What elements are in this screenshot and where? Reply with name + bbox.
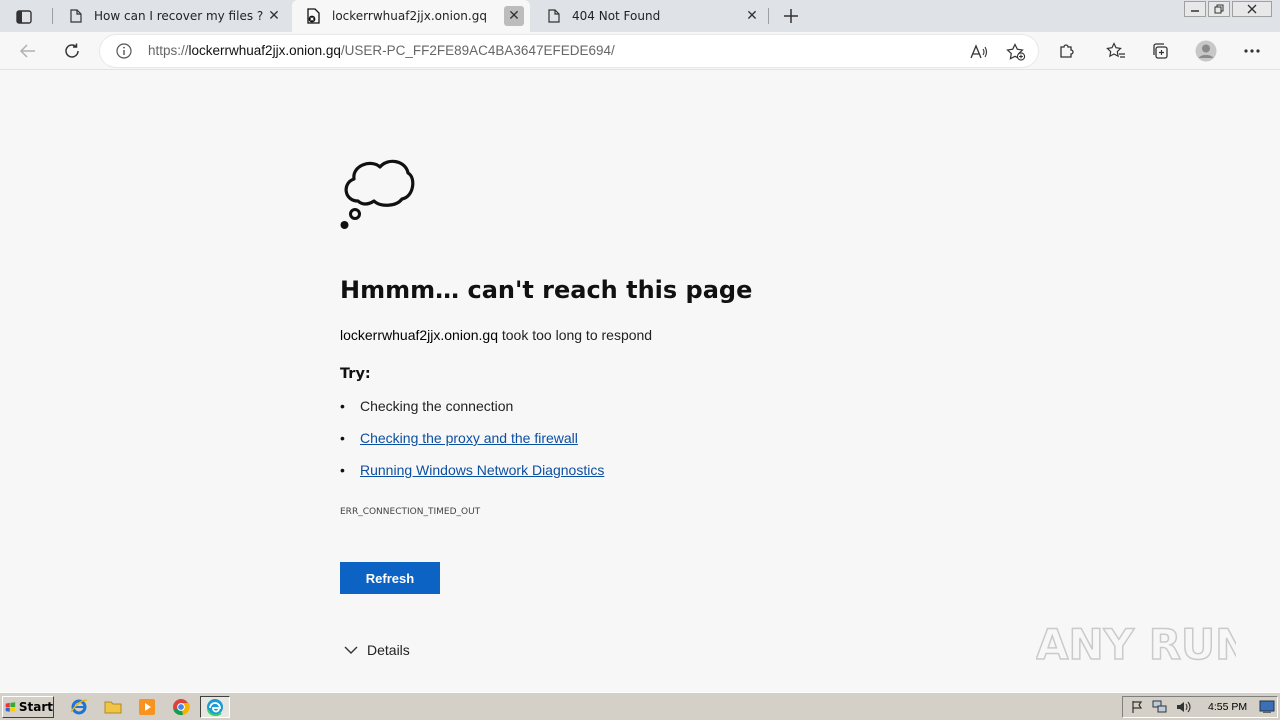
- back-button[interactable]: [15, 39, 41, 63]
- url-text[interactable]: https://lockerrwhuaf2jjx.onion.gq/USER-P…: [148, 43, 615, 58]
- error-page: Hmmm… can't reach this page lockerrwhuaf…: [0, 71, 1280, 692]
- minimize-icon: [1191, 10, 1199, 12]
- close-window-button[interactable]: [1232, 1, 1272, 17]
- avatar-icon: [1195, 40, 1217, 62]
- suggestions-list: • Checking the connection • Checking the…: [340, 398, 604, 494]
- details-label: Details: [367, 642, 410, 658]
- page-icon: [68, 8, 84, 24]
- tab-title: How can I recover my files ?: [94, 9, 264, 23]
- bullet: •: [340, 462, 345, 478]
- puzzle-icon: [1060, 44, 1074, 58]
- tab-404[interactable]: 404 Not Found ✕: [532, 0, 768, 32]
- tab-close-button[interactable]: ✕: [504, 6, 524, 26]
- address-bar[interactable]: https://lockerrwhuaf2jjx.onion.gq/USER-P…: [100, 35, 1038, 67]
- start-label: Start: [18, 700, 53, 714]
- chevron-down-icon: [344, 646, 358, 654]
- new-tab-button[interactable]: [780, 5, 802, 27]
- tab-actions-icon: [16, 10, 32, 24]
- try-label: Try:: [340, 366, 371, 382]
- list-item: • Checking the proxy and the firewall: [340, 430, 604, 462]
- suggestion-check-connection: Checking the connection: [360, 398, 514, 414]
- bullet: •: [340, 430, 345, 446]
- tab-separator: [768, 8, 769, 24]
- tab-separator: [52, 8, 53, 24]
- settings-more-button[interactable]: [1239, 39, 1265, 63]
- error-host: lockerrwhuaf2jjx.onion.gq: [340, 327, 498, 343]
- url-scheme: https://: [148, 43, 189, 58]
- restore-button[interactable]: [1208, 1, 1230, 17]
- tab-actions-button[interactable]: [8, 6, 40, 28]
- error-message-suffix: took too long to respond: [497, 327, 653, 343]
- tab-title: lockerrwhuaf2jjx.onion.gq: [332, 9, 487, 23]
- error-message: lockerrwhuaf2jjx.onion.gq took too long …: [340, 327, 652, 343]
- error-heading: Hmmm… can't reach this page: [340, 276, 753, 304]
- extensions-button[interactable]: [1054, 39, 1080, 63]
- close-icon: [1247, 4, 1257, 14]
- more-horizontal-icon: [1244, 49, 1260, 53]
- show-desktop-icon[interactable]: [1259, 699, 1275, 715]
- flag-icon[interactable]: [1130, 699, 1146, 715]
- taskbar-clock: 4:55 PM: [1208, 701, 1248, 713]
- edge-taskbar-icon[interactable]: [200, 696, 230, 718]
- page-icon: [546, 8, 562, 24]
- tab-recover-files[interactable]: How can I recover my files ? ✕: [54, 0, 290, 32]
- taskbar: Start 4:55 PM: [0, 692, 1280, 720]
- reload-icon: [65, 43, 79, 58]
- media-player-taskbar-icon[interactable]: [134, 696, 160, 718]
- windows-logo-icon: [5, 702, 16, 712]
- suggestion-network-diagnostics-link[interactable]: Running Windows Network Diagnostics: [360, 462, 604, 478]
- bullet: •: [340, 398, 345, 414]
- back-arrow-icon: [19, 44, 35, 58]
- page-error-icon: [306, 8, 322, 24]
- tab-onion-site[interactable]: lockerrwhuaf2jjx.onion.gq ✕: [292, 0, 530, 32]
- url-path: /USER-PC_FF2FE89AC4BA3647EFEDE694/: [340, 43, 615, 58]
- add-favorite-icon[interactable]: [1005, 41, 1027, 63]
- tab-title: 404 Not Found: [572, 9, 661, 23]
- reload-button[interactable]: [59, 39, 85, 63]
- watermark-text: ANY RUN: [1036, 620, 1236, 669]
- favorites-list-icon: [1106, 42, 1125, 58]
- read-aloud-icon[interactable]: [968, 41, 990, 63]
- error-code: ERR_CONNECTION_TIMED_OUT: [340, 507, 481, 517]
- collections-icon: [1153, 43, 1168, 59]
- volume-icon[interactable]: [1176, 699, 1192, 715]
- restore-icon: [1214, 4, 1224, 14]
- browser-toolbar: https://lockerrwhuaf2jjx.onion.gq/USER-P…: [0, 32, 1280, 70]
- ie-taskbar-icon[interactable]: [66, 696, 92, 718]
- chrome-taskbar-icon[interactable]: [168, 696, 194, 718]
- site-info-icon[interactable]: [116, 43, 132, 59]
- tab-close-button[interactable]: ✕: [742, 6, 762, 26]
- network-icon[interactable]: [1152, 699, 1168, 715]
- plus-icon: [784, 9, 798, 23]
- list-item: • Checking the connection: [340, 398, 604, 430]
- refresh-button[interactable]: Refresh: [340, 562, 440, 594]
- minimize-button[interactable]: [1184, 1, 1206, 17]
- tab-strip: How can I recover my files ? ✕ lockerrwh…: [0, 0, 1280, 32]
- start-button[interactable]: Start: [2, 696, 54, 718]
- collections-button[interactable]: [1147, 39, 1173, 63]
- details-toggle[interactable]: Details: [344, 642, 410, 658]
- list-item: • Running Windows Network Diagnostics: [340, 462, 604, 494]
- url-host: lockerrwhuaf2jjx.onion.gq: [188, 43, 341, 58]
- folder-taskbar-icon[interactable]: [100, 696, 126, 718]
- favorites-button[interactable]: [1103, 39, 1129, 63]
- suggestion-proxy-firewall-link[interactable]: Checking the proxy and the firewall: [360, 430, 578, 446]
- thought-cloud-icon: [340, 159, 415, 229]
- profile-button[interactable]: [1193, 39, 1219, 63]
- anyrun-watermark-logo: ANY RUN: [1036, 619, 1236, 670]
- tab-close-button[interactable]: ✕: [264, 6, 284, 26]
